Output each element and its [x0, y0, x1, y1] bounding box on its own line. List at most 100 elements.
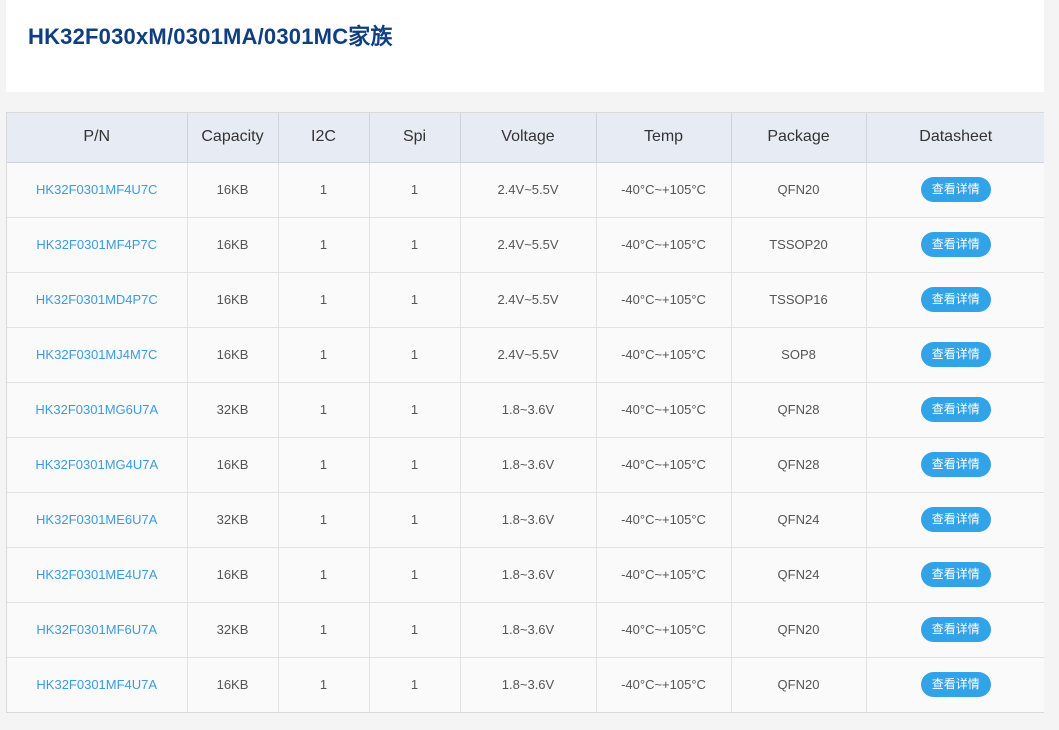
table-row: HK32F0301MJ4M7C 16KB 1 1 2.4V~5.5V -40°C~+105…	[7, 327, 1045, 383]
view-details-button[interactable]: 查看详情	[920, 397, 991, 422]
cell-pn: HK32F0301ME4U7A	[7, 547, 188, 603]
cell-datasheet: 查看详情	[866, 162, 1045, 218]
part-number-link[interactable]: HK32F0301ME4U7A	[36, 567, 157, 582]
cell-temp: -40°C~+105°C	[596, 492, 732, 548]
view-details-button[interactable]: 查看详情	[920, 177, 991, 202]
cell-datasheet: 查看详情	[866, 492, 1045, 548]
cell-i2c: 1	[278, 327, 370, 383]
header-voltage: Voltage	[460, 113, 597, 163]
view-details-button[interactable]: 查看详情	[920, 287, 991, 312]
cell-pn: HK32F0301MF4U7A	[7, 657, 188, 712]
table-row: HK32F0301ME6U7A 32KB 1 1 1.8~3.6V -40°C~+105°…	[7, 492, 1045, 548]
part-number-link[interactable]: HK32F0301MG4U7A	[35, 457, 158, 472]
cell-pn: HK32F0301MF4P7C	[7, 217, 188, 273]
cell-voltage: 2.4V~5.5V	[460, 272, 597, 328]
cell-spi: 1	[369, 657, 461, 712]
cell-pn: HK32F0301MD4P7C	[7, 272, 188, 328]
table-row: HK32F0301MD4P7C 16KB 1 1 2.4V~5.5V -40°C~+105…	[7, 272, 1045, 328]
cell-datasheet: 查看详情	[866, 217, 1045, 273]
cell-datasheet: 查看详情	[866, 327, 1045, 383]
cell-temp: -40°C~+105°C	[596, 437, 732, 493]
cell-i2c: 1	[278, 547, 370, 603]
view-details-button[interactable]: 查看详情	[920, 562, 991, 587]
table-row: HK32F0301MF4P7C 16KB 1 1 2.4V~5.5V -40°C~+105…	[7, 217, 1045, 273]
cell-voltage: 2.4V~5.5V	[460, 162, 597, 218]
part-number-link[interactable]: HK32F0301MF6U7A	[36, 622, 157, 637]
cell-spi: 1	[369, 492, 461, 548]
header-i2c: I2C	[278, 113, 370, 163]
cell-package: QFN20	[731, 657, 867, 712]
view-details-button[interactable]: 查看详情	[920, 672, 991, 698]
cell-pn: HK32F0301MG4U7A	[7, 437, 188, 493]
cell-capacity: 32KB	[187, 382, 279, 438]
cell-spi: 1	[369, 162, 461, 218]
cell-i2c: 1	[278, 272, 370, 328]
header-spi: Spi	[369, 113, 461, 163]
table-body: HK32F0301MF4U7C 16KB 1 1 2.4V~5.5V -40°C~+105…	[7, 162, 1045, 712]
part-number-link[interactable]: HK32F0301MF4U7C	[36, 182, 157, 197]
table-row: HK32F0301ME4U7A 16KB 1 1 1.8~3.6V -40°C~+105°…	[7, 547, 1045, 603]
cell-capacity: 16KB	[187, 547, 279, 603]
view-details-button[interactable]: 查看详情	[920, 507, 991, 532]
cell-temp: -40°C~+105°C	[596, 162, 732, 218]
cell-package: TSSOP20	[731, 217, 867, 273]
cell-spi: 1	[369, 547, 461, 603]
cell-capacity: 16KB	[187, 217, 279, 273]
view-details-button[interactable]: 查看详情	[920, 617, 991, 642]
cell-i2c: 1	[278, 657, 370, 712]
cell-voltage: 2.4V~5.5V	[460, 217, 597, 273]
part-number-link[interactable]: HK32F0301MD4P7C	[36, 292, 158, 307]
cell-pn: HK32F0301ME6U7A	[7, 492, 188, 548]
cell-capacity: 16KB	[187, 657, 279, 712]
cell-capacity: 16KB	[187, 162, 279, 218]
part-number-link[interactable]: HK32F0301MF4U7A	[36, 677, 157, 692]
cell-i2c: 1	[278, 217, 370, 273]
view-details-button[interactable]: 查看详情	[920, 232, 991, 257]
view-details-button[interactable]: 查看详情	[920, 342, 991, 367]
cell-datasheet: 查看详情	[866, 272, 1045, 328]
part-number-link[interactable]: HK32F0301MG6U7A	[35, 402, 158, 417]
cell-pn: HK32F0301MF4U7C	[7, 162, 188, 218]
cell-datasheet: 查看详情	[866, 602, 1045, 658]
cell-pn: HK32F0301MJ4M7C	[7, 327, 188, 383]
cell-package: QFN28	[731, 437, 867, 493]
cell-spi: 1	[369, 217, 461, 273]
cell-capacity: 32KB	[187, 492, 279, 548]
cell-temp: -40°C~+105°C	[596, 327, 732, 383]
cell-pn: HK32F0301MF6U7A	[7, 602, 188, 658]
cell-i2c: 1	[278, 492, 370, 548]
cell-voltage: 1.8~3.6V	[460, 602, 597, 658]
table-header: P/N Capacity I2C Spi Voltage Temp Packag…	[7, 113, 1045, 163]
cell-voltage: 1.8~3.6V	[460, 547, 597, 603]
cell-spi: 1	[369, 437, 461, 493]
cell-i2c: 1	[278, 437, 370, 493]
part-number-link[interactable]: HK32F0301MJ4M7C	[36, 347, 157, 362]
header-row: P/N Capacity I2C Spi Voltage Temp Packag…	[7, 113, 1045, 163]
cell-capacity: 32KB	[187, 602, 279, 658]
cell-spi: 1	[369, 327, 461, 383]
cell-temp: -40°C~+105°C	[596, 602, 732, 658]
cell-i2c: 1	[278, 602, 370, 658]
cell-datasheet: 查看详情	[866, 657, 1045, 712]
cell-package: QFN28	[731, 382, 867, 438]
cell-voltage: 1.8~3.6V	[460, 492, 597, 548]
page-edge	[1044, 0, 1059, 730]
table-row: HK32F0301MF4U7A 16KB 1 1 1.8~3.6V -40°C~+105°…	[7, 657, 1045, 712]
cell-capacity: 16KB	[187, 272, 279, 328]
table-row: HK32F0301MG4U7A 16KB 1 1 1.8~3.6V -40°C~+105°…	[7, 437, 1045, 493]
cell-package: QFN20	[731, 162, 867, 218]
cell-spi: 1	[369, 272, 461, 328]
title-card: HK32F030xM/0301MA/0301MC家族	[6, 0, 1044, 92]
part-number-link[interactable]: HK32F0301ME6U7A	[36, 512, 157, 527]
view-details-button[interactable]: 查看详情	[920, 452, 991, 477]
cell-voltage: 1.8~3.6V	[460, 437, 597, 493]
cell-temp: -40°C~+105°C	[596, 382, 732, 438]
cell-package: QFN24	[731, 492, 867, 548]
cell-package: QFN24	[731, 547, 867, 603]
table-row: HK32F0301MF6U7A 32KB 1 1 1.8~3.6V -40°C~+105°…	[7, 602, 1045, 658]
cell-voltage: 1.8~3.6V	[460, 657, 597, 712]
header-temp: Temp	[596, 113, 732, 163]
cell-temp: -40°C~+105°C	[596, 272, 732, 328]
part-number-link[interactable]: HK32F0301MF4P7C	[36, 237, 157, 252]
cell-i2c: 1	[278, 162, 370, 218]
